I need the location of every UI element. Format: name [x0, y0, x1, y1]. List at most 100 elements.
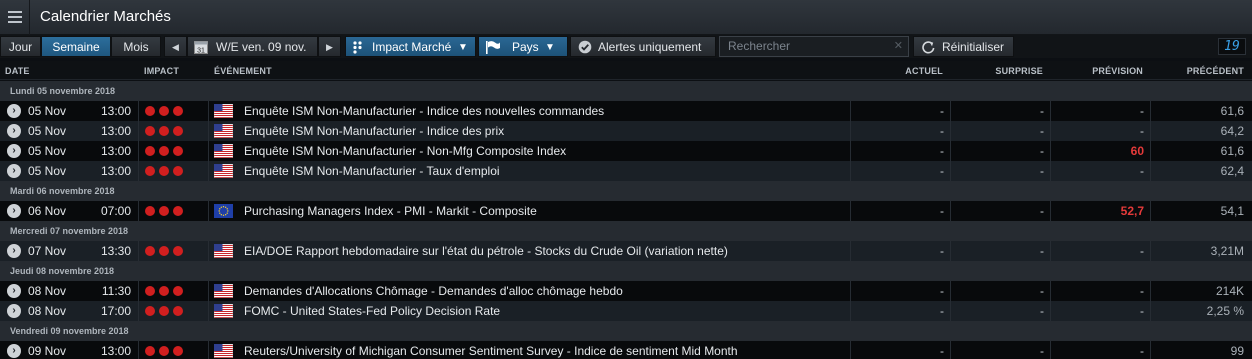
expand-arrow-icon[interactable]: ›: [7, 344, 21, 358]
column-header-previous[interactable]: PRÉCÉDENT: [1150, 66, 1244, 76]
event-row[interactable]: › 05 Nov 13:00 Enquête ISM Non-Manufacturie…: [0, 101, 1252, 121]
event-forecast: -: [1140, 164, 1144, 178]
tab-week[interactable]: Semaine: [41, 36, 111, 57]
tab-month[interactable]: Mois: [111, 36, 161, 57]
impact-dot-icon: [173, 206, 183, 216]
impact-dot-icon: [159, 246, 169, 256]
country-filter-label: Pays: [512, 40, 539, 54]
column-header-actual[interactable]: ACTUEL: [850, 66, 943, 76]
impact-dot-icon: [173, 166, 183, 176]
impact-dot-icon: [145, 246, 155, 256]
event-surprise: -: [1040, 244, 1044, 258]
column-header-event[interactable]: ÉVÉNEMENT: [214, 66, 272, 76]
column-header-surprise[interactable]: SURPRISE: [950, 66, 1043, 76]
title-bar: Calendrier Marchés: [0, 0, 1252, 35]
reset-button[interactable]: Réinitialiser: [913, 36, 1014, 57]
country-filter-dropdown[interactable]: Pays ▼: [478, 36, 568, 57]
event-row[interactable]: › 05 Nov 13:00 Enquête ISM Non-Manufacturie…: [0, 141, 1252, 161]
event-date: 09 Nov: [28, 344, 67, 358]
caret-down-icon: ▼: [545, 42, 555, 53]
event-name[interactable]: Enquête ISM Non-Manufacturier - Indice d…: [244, 121, 844, 141]
clear-icon[interactable]: ✕: [894, 37, 903, 56]
event-actual: -: [940, 144, 944, 158]
previous-period-button[interactable]: ◀: [164, 36, 187, 57]
event-row[interactable]: › 05 Nov 13:00 Enquête ISM Non-Manufacturie…: [0, 161, 1252, 181]
impact-dot-icon: [159, 306, 169, 316]
event-name[interactable]: EIA/DOE Rapport hebdomadaire sur l'état …: [244, 241, 844, 261]
event-previous: 61,6: [1220, 104, 1244, 118]
event-actual: -: [940, 204, 944, 218]
expand-arrow-icon[interactable]: ›: [7, 104, 21, 118]
event-date: 08 Nov: [28, 284, 67, 298]
event-name[interactable]: Reuters/University of Michigan Consumer …: [244, 341, 844, 359]
impact-dot-icon: [145, 106, 155, 116]
calendar-day: 31: [197, 48, 205, 55]
flag-icon: [486, 41, 500, 54]
expand-arrow-icon[interactable]: ›: [7, 244, 21, 258]
period-selector[interactable]: 31 W/E ven. 09 nov.: [187, 36, 318, 57]
chevron-right-icon: ▶: [326, 42, 333, 52]
tab-month-label: Mois: [123, 40, 149, 54]
caret-down-icon: ▼: [458, 42, 468, 53]
event-surprise: -: [1040, 284, 1044, 298]
tab-day[interactable]: Jour: [0, 36, 41, 57]
expand-arrow-icon[interactable]: ›: [7, 284, 21, 298]
search-input[interactable]: Rechercher ✕: [719, 36, 909, 57]
event-previous: 62,4: [1220, 164, 1244, 178]
calendar-icon: 31: [194, 41, 208, 55]
event-row[interactable]: › 07 Nov 13:30 EIA/DOE Rapport hebdomadaire…: [0, 241, 1252, 261]
event-previous: 64,2: [1220, 124, 1244, 138]
event-name[interactable]: Demandes d'Allocations Chômage - Demande…: [244, 281, 844, 301]
hamburger-menu-icon[interactable]: [0, 0, 30, 35]
event-name[interactable]: Enquête ISM Non-Manufacturier - Indice d…: [244, 101, 844, 121]
event-date: 08 Nov: [28, 304, 67, 318]
column-header-forecast[interactable]: PRÉVISION: [1050, 66, 1143, 76]
event-actual: -: [940, 164, 944, 178]
event-row[interactable]: › 08 Nov 17:00 FOMC - United States-Fed Pol…: [0, 301, 1252, 321]
expand-arrow-icon[interactable]: ›: [7, 124, 21, 138]
day-label: Lundi 05 novembre 2018: [10, 86, 116, 96]
event-row[interactable]: › 09 Nov 13:00 Reuters/University of Michig…: [0, 341, 1252, 359]
event-surprise: -: [1040, 104, 1044, 118]
event-name[interactable]: Enquête ISM Non-Manufacturier - Non-Mfg …: [244, 141, 844, 161]
impact-dots-icon: [353, 41, 362, 54]
impact-dot-icon: [159, 106, 169, 116]
event-name[interactable]: Purchasing Managers Index - PMI - Markit…: [244, 201, 844, 221]
event-time: 13:00: [100, 144, 131, 158]
refresh-icon: [922, 41, 935, 54]
event-actual: -: [940, 284, 944, 298]
expand-arrow-icon[interactable]: ›: [7, 304, 21, 318]
event-row[interactable]: › 08 Nov 11:30 Demandes d'Allocations Chôma…: [0, 281, 1252, 301]
impact-dot-icon: [173, 306, 183, 316]
expand-arrow-icon[interactable]: ›: [7, 144, 21, 158]
event-row[interactable]: › 05 Nov 13:00 Enquête ISM Non-Manufacturie…: [0, 121, 1252, 141]
day-group-header: Vendredi 09 novembre 2018: [0, 321, 1252, 341]
expand-arrow-icon[interactable]: ›: [7, 204, 21, 218]
impact-dot-icon: [159, 206, 169, 216]
event-surprise: -: [1040, 204, 1044, 218]
impact-dot-icon: [145, 306, 155, 316]
expand-arrow-icon[interactable]: ›: [7, 164, 21, 178]
tab-day-label: Jour: [8, 40, 33, 54]
us-flag-icon: [213, 343, 234, 359]
event-time: 13:00: [100, 104, 131, 118]
reset-label: Réinitialiser: [942, 40, 1005, 54]
event-time: 11:30: [101, 284, 131, 298]
event-previous: 2,25 %: [1206, 304, 1244, 318]
alerts-only-toggle[interactable]: Alertes uniquement: [570, 36, 716, 57]
us-flag-icon: [213, 123, 234, 139]
column-header-date[interactable]: DATE: [5, 66, 30, 76]
column-header-impact[interactable]: IMPACT: [144, 66, 179, 76]
impact-filter-dropdown[interactable]: Impact Marché ▼: [345, 36, 476, 57]
event-name[interactable]: Enquête ISM Non-Manufacturier - Taux d'e…: [244, 161, 844, 181]
event-row[interactable]: › 06 Nov 07:00 Purchasing Managers Index - …: [0, 201, 1252, 221]
impact-filter-label: Impact Marché: [372, 40, 452, 54]
next-period-button[interactable]: ▶: [318, 36, 341, 57]
event-date: 05 Nov: [28, 104, 67, 118]
impact-dot-icon: [145, 346, 155, 356]
event-counter: 19: [1218, 38, 1246, 55]
event-date: 05 Nov: [28, 124, 67, 138]
alerts-only-label: Alertes uniquement: [598, 40, 702, 54]
event-name[interactable]: FOMC - United States-Fed Policy Decision…: [244, 301, 844, 321]
impact-dot-icon: [173, 286, 183, 296]
